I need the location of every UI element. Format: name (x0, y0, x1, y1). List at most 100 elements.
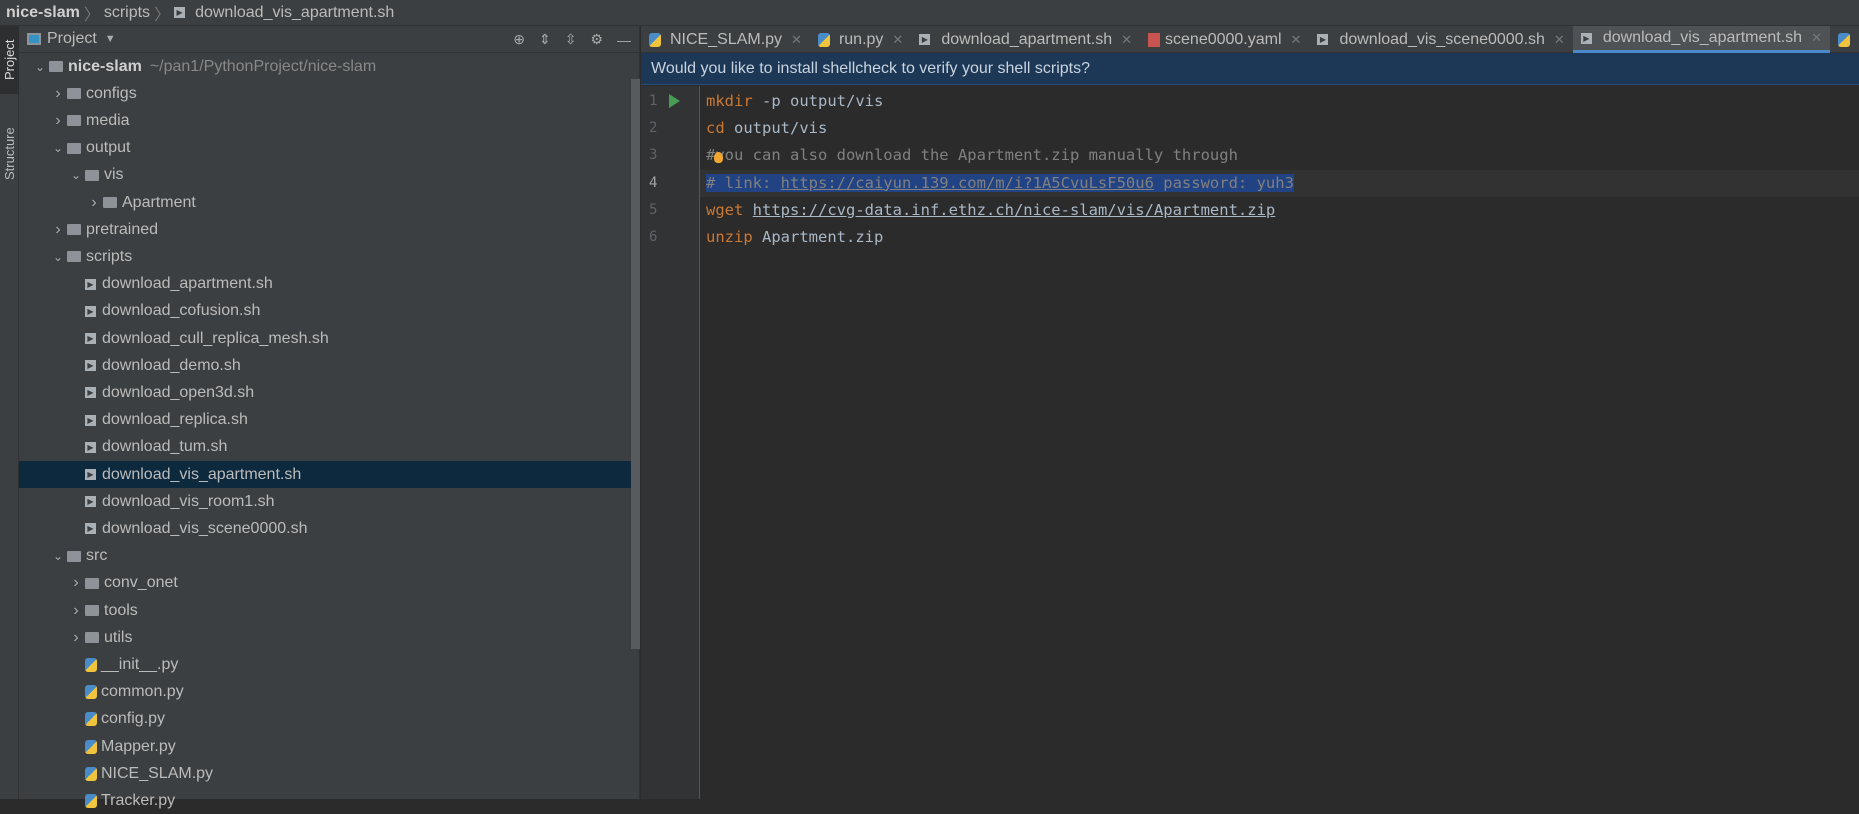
tree-item[interactable]: ⌄vis (19, 162, 631, 189)
code-line[interactable]: mkdir -p output/vis (700, 88, 1859, 115)
chevron-right-icon[interactable]: › (49, 221, 67, 239)
side-tab-structure[interactable]: Structure (0, 114, 19, 194)
tree-item[interactable]: ▶download_cofusion.sh (19, 298, 631, 325)
editor-tab[interactable]: visualizer. (1830, 26, 1859, 53)
breadcrumb: nice-slam〉scripts〉▶download_vis_apartmen… (0, 0, 1859, 26)
chevron-down-icon[interactable]: ⌄ (67, 168, 85, 182)
folder-icon (67, 143, 81, 154)
tree-item[interactable]: ⌄src (19, 543, 631, 570)
minimize-icon[interactable]: — (617, 32, 631, 48)
chevron-right-icon[interactable]: › (67, 629, 85, 647)
tree-item[interactable]: ▶download_apartment.sh (19, 271, 631, 298)
shell-file-icon: ▶ (85, 415, 96, 426)
project-view-selector[interactable]: Project (47, 30, 97, 48)
tree-item[interactable]: ▶download_demo.sh (19, 352, 631, 379)
gear-icon[interactable]: ⚙ (590, 31, 603, 48)
tree-item[interactable]: ▶download_open3d.sh (19, 379, 631, 406)
editor-tab[interactable]: scene0000.yaml✕ (1140, 26, 1309, 53)
tree-item-label: download_open3d.sh (102, 384, 254, 402)
code-line[interactable]: unzip Apartment.zip (700, 224, 1859, 251)
editor-tab[interactable]: run.py ✕ (810, 26, 911, 53)
tree-item[interactable]: Mapper.py (19, 733, 631, 760)
tree-item[interactable]: ⌄output (19, 135, 631, 162)
tree-item-label: utils (104, 629, 132, 647)
tree-item-label: download_cull_replica_mesh.sh (102, 330, 329, 348)
code-token: Apartment.zip (753, 228, 884, 246)
shell-file-icon: ▶ (1581, 33, 1592, 44)
tree-item[interactable]: › utils (19, 624, 631, 651)
breadcrumb-item[interactable]: download_vis_apartment.sh (195, 4, 394, 22)
folder-icon (85, 632, 99, 643)
chevron-down-icon[interactable]: ▼ (105, 33, 116, 45)
tab-label: run.py (839, 31, 883, 49)
shell-file-icon: ▶ (174, 7, 185, 18)
tree-item[interactable]: ▶download_replica.sh (19, 407, 631, 434)
tree-item[interactable]: ⌄scripts (19, 243, 631, 270)
code-token: output/vis (725, 119, 828, 137)
tree-item-label: Mapper.py (101, 738, 176, 756)
close-icon[interactable]: ✕ (1291, 32, 1302, 48)
editor-tab[interactable]: ▶download_vis_scene0000.sh✕ (1309, 26, 1572, 53)
code-line[interactable]: wget https://cvg-data.inf.ethz.ch/nice-s… (700, 197, 1859, 224)
chevron-right-icon[interactable]: › (85, 194, 103, 212)
chevron-down-icon[interactable]: ⌄ (49, 141, 67, 155)
shell-file-icon: ▶ (85, 333, 96, 344)
tree-item-label: download_vis_apartment.sh (102, 466, 301, 484)
tree-item[interactable]: ›Apartment (19, 189, 631, 216)
chevron-right-icon[interactable]: › (49, 85, 67, 103)
tree-item[interactable]: ▶ download_cull_replica_mesh.sh (19, 325, 631, 352)
tree-item[interactable]: ▶download_tum.sh (19, 434, 631, 461)
shellcheck-banner[interactable]: Would you like to install shellcheck to … (641, 53, 1859, 85)
code-line[interactable]: #you can also download the Apartment.zip… (700, 142, 1859, 169)
tree-item[interactable]: NICE_SLAM.py (19, 760, 631, 787)
shell-file-icon: ▶ (85, 469, 96, 480)
close-icon[interactable]: ✕ (791, 32, 802, 48)
close-icon[interactable]: ✕ (1121, 32, 1132, 48)
python-file-icon (1838, 33, 1850, 47)
chevron-right-icon[interactable]: › (67, 574, 85, 592)
close-icon[interactable]: ✕ (892, 32, 903, 48)
tree-item-label: download_tum.sh (102, 438, 227, 456)
tree-item[interactable]: ›tools (19, 597, 631, 624)
editor-tab[interactable]: NICE_SLAM.py✕ (641, 26, 810, 53)
tree-item[interactable]: config.py (19, 706, 631, 733)
tool-window-strip: Project Structure (0, 26, 19, 799)
tree-item[interactable]: Tracker.py (19, 787, 631, 814)
tree-item[interactable]: ▶download_vis_room1.sh (19, 488, 631, 515)
tree-item[interactable]: › configs (19, 80, 631, 107)
tree-item[interactable]: ▶ download_vis_apartment.sh (19, 461, 631, 488)
tree-item[interactable]: __init__.py (19, 651, 631, 678)
chevron-down-icon[interactable]: ⌄ (49, 549, 67, 563)
tree-item[interactable]: ▶download_vis_scene0000.sh (19, 515, 631, 542)
chevron-right-icon[interactable]: › (67, 602, 85, 620)
chevron-down-icon[interactable]: ⌄ (49, 250, 67, 264)
breadcrumb-item[interactable]: scripts (104, 4, 150, 22)
tree-item-label: download_vis_room1.sh (102, 493, 275, 511)
folder-icon (67, 115, 81, 126)
close-icon[interactable]: ✕ (1554, 32, 1565, 48)
collapse-all-icon[interactable]: ⇳ (565, 31, 577, 48)
chevron-down-icon[interactable]: ⌄ (31, 60, 49, 74)
run-icon[interactable] (669, 94, 680, 108)
locate-icon[interactable]: ⊕ (513, 31, 525, 48)
editor-tab[interactable]: ▶download_vis_apartment.sh✕ (1573, 26, 1830, 53)
code-line[interactable]: # link: https://caiyun.139.com/m/i?1A5Cv… (700, 170, 1859, 197)
code-line[interactable]: cd output/vis (700, 115, 1859, 142)
editor-tab[interactable]: ▶download_apartment.sh✕ (911, 26, 1140, 53)
side-tab-project[interactable]: Project (0, 26, 19, 94)
code-editor[interactable]: mkdir -p output/viscd output/vis#you can… (700, 86, 1859, 799)
tree-item[interactable]: ⌄nice-slam~/pan1/PythonProject/nice-slam (19, 53, 631, 80)
tree-item[interactable]: › pretrained (19, 216, 631, 243)
tree-item[interactable]: common.py (19, 679, 631, 706)
intention-bulb-icon[interactable] (714, 152, 723, 163)
chevron-right-icon[interactable]: › (49, 112, 67, 130)
breadcrumb-item[interactable]: nice-slam (6, 4, 80, 22)
tree-item-label: configs (86, 85, 137, 103)
tree-scrollbar[interactable] (631, 79, 640, 649)
tree-item[interactable]: ›conv_onet (19, 570, 631, 597)
tree-item-label: pretrained (86, 221, 158, 239)
expand-all-icon[interactable]: ⇕ (539, 31, 551, 48)
tree-item[interactable]: ›media (19, 107, 631, 134)
code-token: unzip (706, 228, 753, 246)
close-icon[interactable]: ✕ (1811, 30, 1822, 46)
